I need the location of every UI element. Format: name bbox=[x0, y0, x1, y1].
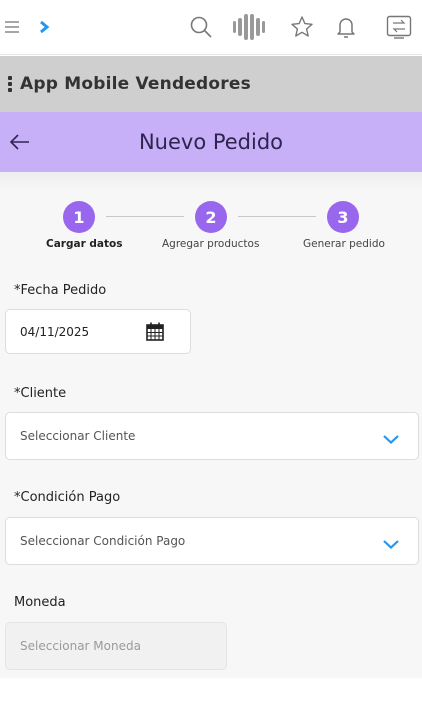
chevron-down-icon[interactable] bbox=[382, 430, 400, 445]
fecha-value: 04/11/2025 bbox=[20, 324, 90, 339]
step-3-label: Generar pedido bbox=[303, 238, 385, 250]
step-1-circle[interactable]: 1 bbox=[63, 201, 95, 233]
cliente-placeholder: Seleccionar Cliente bbox=[20, 429, 136, 443]
app-title: App Mobile Vendedores bbox=[20, 74, 251, 94]
moneda-label: Moneda bbox=[14, 595, 66, 610]
form-content: 1 2 3 Cargar datos Agregar productos Gen… bbox=[0, 192, 422, 678]
search-icon[interactable] bbox=[186, 12, 216, 42]
header-shadow bbox=[0, 172, 422, 192]
cliente-label: *Cliente bbox=[14, 386, 67, 401]
calendar-icon[interactable] bbox=[146, 322, 164, 341]
step-3-circle[interactable]: 3 bbox=[327, 201, 359, 233]
cliente-select[interactable]: Seleccionar Cliente bbox=[5, 412, 419, 460]
chevron-down-icon[interactable] bbox=[382, 535, 400, 550]
page-header: Nuevo Pedido bbox=[0, 112, 422, 172]
condicion-pago-placeholder: Seleccionar Condición Pago bbox=[20, 534, 186, 548]
kebab-menu-icon[interactable] bbox=[8, 76, 12, 92]
step-1-label: Cargar datos bbox=[46, 238, 123, 250]
swap-icon[interactable] bbox=[384, 12, 414, 42]
step-connector bbox=[106, 216, 184, 217]
moneda-select[interactable]: Seleccionar Moneda bbox=[5, 622, 227, 670]
star-icon[interactable] bbox=[287, 12, 317, 42]
chevron-right-icon[interactable] bbox=[36, 12, 52, 42]
app-title-bar: App Mobile Vendedores bbox=[0, 56, 422, 112]
menu-icon[interactable] bbox=[4, 12, 20, 42]
step-2-circle[interactable]: 2 bbox=[195, 201, 227, 233]
logo-icon bbox=[230, 12, 268, 42]
back-arrow-icon[interactable] bbox=[8, 130, 32, 154]
bell-icon[interactable] bbox=[331, 12, 361, 42]
moneda-placeholder: Seleccionar Moneda bbox=[20, 639, 141, 653]
step-2-label: Agregar productos bbox=[162, 238, 260, 250]
condicion-pago-label: *Condición Pago bbox=[14, 490, 121, 505]
condicion-pago-select[interactable]: Seleccionar Condición Pago bbox=[5, 517, 419, 565]
fecha-label: *Fecha Pedido bbox=[14, 283, 107, 298]
step-connector bbox=[238, 216, 316, 217]
fecha-date-input[interactable]: 04/11/2025 bbox=[5, 309, 191, 354]
top-navigation-bar bbox=[0, 0, 422, 55]
page-title: Nuevo Pedido bbox=[138, 130, 284, 154]
